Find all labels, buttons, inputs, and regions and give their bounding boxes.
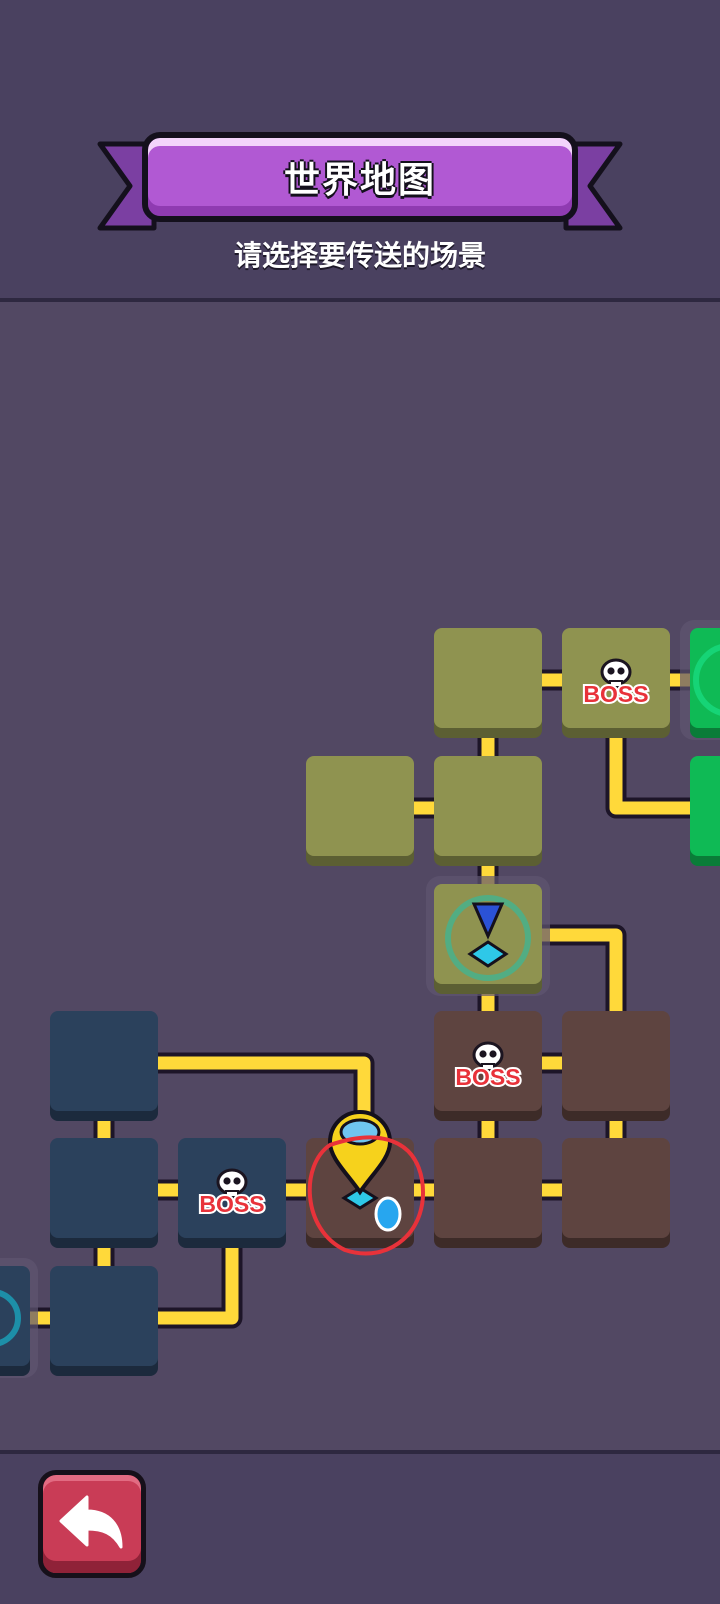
player-orb-icon xyxy=(374,1196,402,1232)
map-tile[interactable] xyxy=(50,1011,158,1121)
map-tile[interactable] xyxy=(50,1138,158,1248)
map-tile[interactable] xyxy=(306,756,414,866)
map-tile[interactable] xyxy=(0,1258,38,1378)
back-arrow-icon xyxy=(59,1495,123,1549)
map-tile[interactable] xyxy=(690,756,720,866)
map-tile[interactable] xyxy=(50,1266,158,1376)
map-tile[interactable] xyxy=(434,628,542,738)
world-map: BOSS BOSS BOSS xyxy=(0,620,720,1378)
map-tile-teleporter[interactable] xyxy=(426,876,550,996)
boss-label: BOSS xyxy=(199,1191,264,1217)
map-tile[interactable] xyxy=(680,620,720,740)
boss-label: BOSS xyxy=(455,1064,520,1090)
map-tile-boss[interactable]: BOSS xyxy=(562,628,670,738)
map-tile[interactable] xyxy=(562,1011,670,1121)
map-tile[interactable] xyxy=(434,1138,542,1248)
map-tile[interactable] xyxy=(434,756,542,866)
boss-label: BOSS xyxy=(583,681,648,707)
map-tile-boss[interactable]: BOSS xyxy=(434,1011,542,1121)
map-tile[interactable] xyxy=(562,1138,670,1248)
map-tile-boss[interactable]: BOSS xyxy=(178,1138,286,1248)
back-button[interactable] xyxy=(38,1470,146,1578)
